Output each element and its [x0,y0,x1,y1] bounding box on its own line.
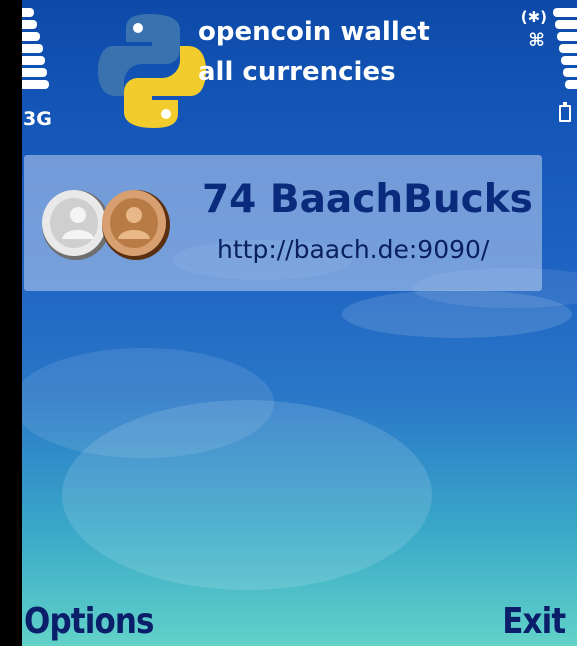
exit-softkey[interactable]: Exit [502,601,566,642]
app-title-line2: all currencies [198,57,396,87]
network-connection-icon: ⌘ [528,30,545,51]
wallpaper-bubble [22,348,274,458]
options-softkey[interactable]: Options [24,601,154,642]
wallet-amount: 74 BaachBucks [202,177,533,222]
network-type: 3G [23,108,52,130]
screen: 3G (✱) ⌘ opencoin wallet all currencies [22,0,577,646]
battery-level-icon [547,8,577,92]
wallet-url: http://baach.de:9090/ [217,235,490,264]
python-logo-icon [98,14,206,128]
battery-icon [559,102,571,122]
bluetooth-icon: (✱) [520,8,547,26]
coins-icon [42,190,170,260]
app-title: opencoin wallet all currencies [198,12,430,92]
list-item-currency[interactable]: 74 BaachBucks http://baach.de:9090/ [24,155,542,291]
signal-strength-icon [22,8,52,92]
app-title-line1: opencoin wallet [198,17,430,47]
